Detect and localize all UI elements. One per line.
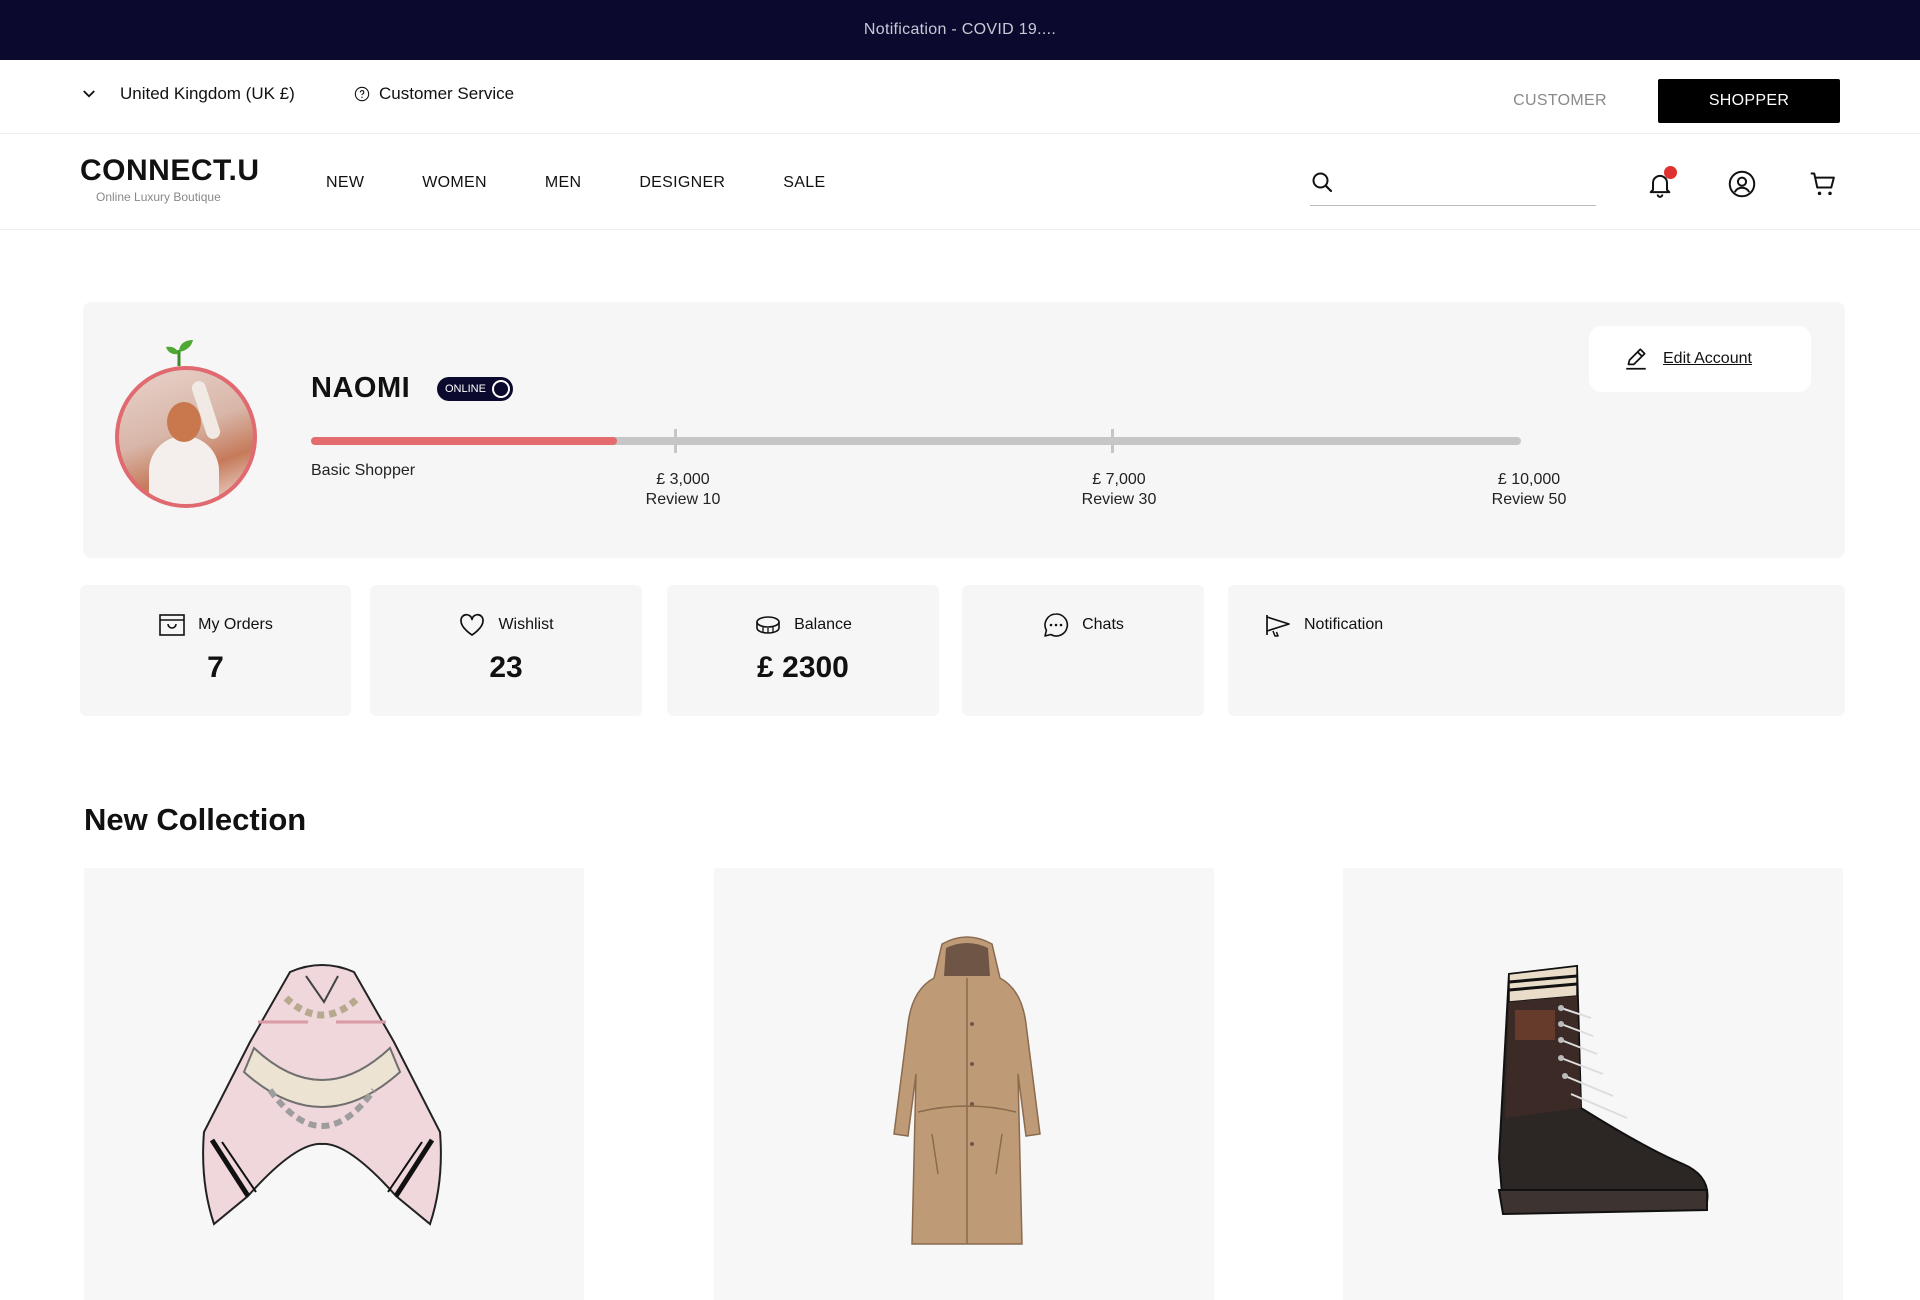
main-header: CONNECT.U Online Luxury Boutique NEW WOM… — [0, 134, 1920, 230]
orders-label: My Orders — [198, 616, 273, 633]
milestone-3: £ 10,000 Review 50 — [1469, 470, 1589, 510]
stat-header: Notification — [1228, 611, 1845, 639]
milestone-1: £ 3,000 Review 10 — [623, 470, 743, 510]
nav-designer[interactable]: DESIGNER — [639, 174, 725, 192]
brand-logo[interactable]: CONNECT.U Online Luxury Boutique — [80, 154, 260, 204]
online-status-label: ONLINE — [445, 383, 486, 395]
notification-dot — [1664, 166, 1677, 179]
profile-card: NAOMI ONLINE Basic Shopper £ 3,000 Revie… — [83, 302, 1845, 558]
country-selector[interactable]: United Kingdom (UK £) — [80, 84, 295, 104]
chat-bubble-icon — [1044, 613, 1069, 637]
stat-balance[interactable]: Balance £ 2300 — [667, 585, 939, 716]
shopper-mode-button[interactable]: SHOPPER — [1658, 79, 1840, 123]
trench-coat-image — [893, 936, 1041, 1245]
account-button[interactable] — [1728, 170, 1756, 198]
utility-bar: United Kingdom (UK £) Customer Service C… — [0, 60, 1920, 134]
megaphone-icon — [1266, 615, 1290, 637]
chevron-down-icon — [83, 90, 95, 98]
stat-my-orders[interactable]: My Orders 7 — [80, 585, 351, 716]
stat-header: My Orders — [80, 611, 351, 639]
loyalty-progress-fill — [311, 437, 618, 445]
wishlist-count: 23 — [489, 651, 523, 684]
product-card-coat[interactable] — [714, 868, 1214, 1300]
heart-icon — [460, 613, 485, 636]
stat-header: Chats — [962, 611, 1204, 639]
brand-name: CONNECT.U — [80, 154, 260, 187]
customer-service-label: Customer Service — [379, 84, 515, 103]
customer-mode-button[interactable]: CUSTOMER — [1480, 79, 1640, 123]
online-status-toggle[interactable]: ONLINE — [437, 377, 513, 401]
avatar-wrapper — [115, 336, 259, 508]
chats-label: Chats — [1082, 616, 1124, 633]
stat-chats[interactable]: Chats — [962, 585, 1204, 716]
milestone-3-amount: £ 10,000 — [1497, 471, 1561, 488]
product-card-boot[interactable] — [1343, 868, 1843, 1300]
balance-label: Balance — [794, 616, 852, 633]
edit-account-button[interactable]: Edit Account — [1589, 326, 1811, 392]
nav-new[interactable]: NEW — [326, 174, 364, 192]
avatar[interactable] — [115, 366, 257, 508]
milestone-1-review: Review 10 — [645, 491, 721, 508]
milestone-1-amount: £ 3,000 — [656, 471, 710, 488]
balance-amount: £ 2300 — [757, 651, 849, 684]
orders-count: 7 — [207, 651, 224, 684]
country-label: United Kingdom (UK £) — [120, 84, 295, 103]
brand-tagline: Online Luxury Boutique — [96, 190, 221, 204]
notification-label: Notification — [1304, 616, 1384, 633]
product-card-scarf[interactable] — [84, 868, 584, 1300]
cart-icon — [1810, 172, 1835, 196]
cart-button[interactable] — [1809, 170, 1837, 198]
coin-icon — [756, 616, 780, 634]
milestone-tick-1 — [674, 429, 677, 453]
milestone-2-review: Review 30 — [1081, 491, 1157, 508]
toggle-knob — [492, 380, 510, 398]
shopper-level: Basic Shopper — [311, 462, 416, 479]
orders-box-icon — [159, 614, 185, 636]
avatar-head — [167, 402, 201, 442]
notification-text: Notification - COVID 19.... — [863, 21, 1057, 38]
sprout-icon — [166, 340, 193, 366]
user-name: NAOMI — [311, 372, 411, 404]
wishlist-label: Wishlist — [498, 616, 554, 633]
search-bar — [1310, 170, 1596, 206]
search-input[interactable] — [1346, 170, 1592, 198]
notification-bar: Notification - COVID 19.... — [0, 0, 1920, 60]
milestone-2-amount: £ 7,000 — [1092, 471, 1146, 488]
nav-men[interactable]: MEN — [545, 174, 581, 192]
stat-header: Wishlist — [370, 611, 642, 639]
stat-notification[interactable]: Notification — [1228, 585, 1845, 716]
silk-scarf-image — [202, 964, 442, 1226]
nav-women[interactable]: WOMEN — [422, 174, 487, 192]
milestone-2: £ 7,000 Review 30 — [1059, 470, 1179, 510]
stat-header: Balance — [667, 611, 939, 639]
milestone-tick-2 — [1111, 429, 1114, 453]
edit-account-label: Edit Account — [1663, 350, 1752, 367]
milestone-3-review: Review 50 — [1491, 491, 1567, 508]
notifications-button[interactable] — [1646, 166, 1677, 198]
help-icon — [354, 86, 370, 102]
user-icon — [1728, 170, 1756, 198]
avatar-body — [149, 436, 219, 504]
stat-wishlist[interactable]: Wishlist 23 — [370, 585, 642, 716]
nav-sale[interactable]: SALE — [783, 174, 825, 192]
search-icon[interactable] — [1310, 170, 1334, 194]
loyalty-progress-bar — [311, 429, 1521, 453]
pencil-icon — [1626, 348, 1646, 370]
customer-service-link[interactable]: Customer Service — [354, 84, 514, 104]
main-nav: NEW WOMEN MEN DESIGNER SALE — [326, 174, 883, 192]
combat-boot-image — [1497, 964, 1709, 1216]
section-title: New Collection — [84, 802, 307, 837]
